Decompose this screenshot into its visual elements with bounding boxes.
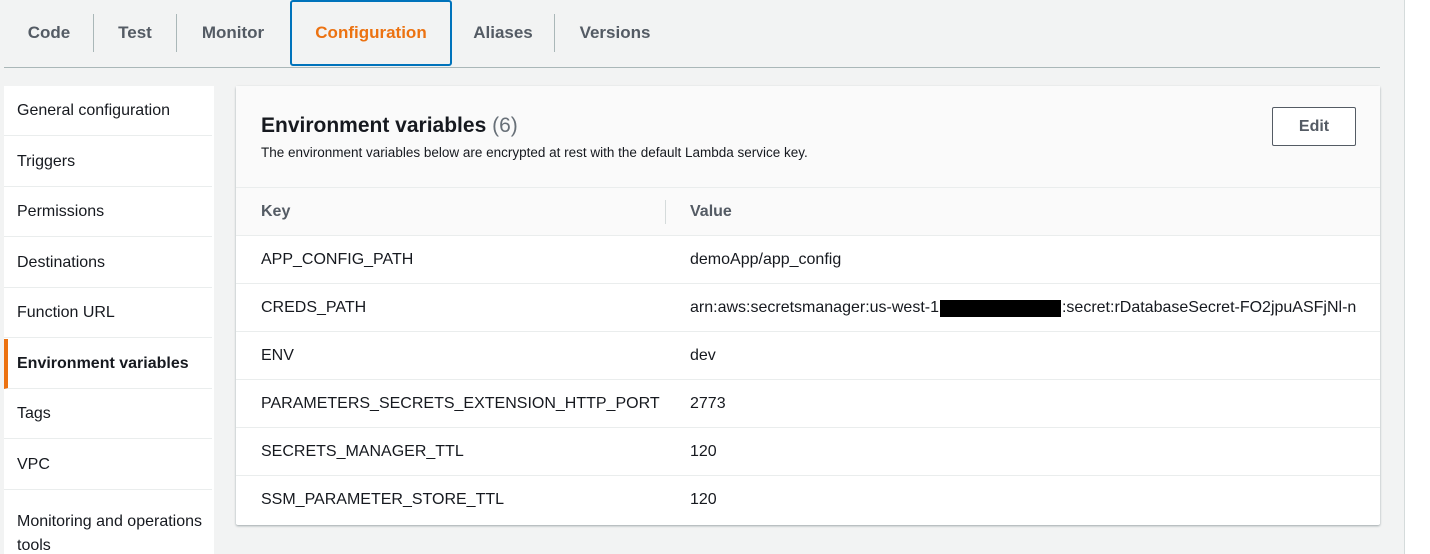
env-value: 120 xyxy=(690,443,717,460)
env-key: SECRETS_MANAGER_TTL xyxy=(261,443,464,460)
redacted-account-id xyxy=(939,299,1061,317)
column-header-key[interactable]: Key xyxy=(261,188,290,236)
sidebar-item-environment-variables[interactable]: Environment variables xyxy=(4,339,212,389)
config-sidebar: General configuration Triggers Permissio… xyxy=(4,86,214,554)
env-value: arn:aws:secretsmanager:us-west-1 :secret:… xyxy=(690,284,1380,332)
sidebar-item-tags[interactable]: Tags xyxy=(4,389,212,439)
tab-test[interactable]: Test xyxy=(94,0,176,66)
tab-versions[interactable]: Versions xyxy=(555,0,675,66)
sidebar-item-vpc[interactable]: VPC xyxy=(4,440,212,490)
env-value-prefix: arn:aws:secretsmanager:us-west-1 xyxy=(690,299,939,316)
sidebar-item-function-url[interactable]: Function URL xyxy=(4,288,212,338)
env-key: ENV xyxy=(261,347,294,364)
env-value-suffix: :secret:rDatabaseSecret-FO2jpuASFjNl-n xyxy=(1061,299,1357,316)
tab-aliases[interactable]: Aliases xyxy=(452,0,554,66)
page-edge xyxy=(1404,0,1430,554)
env-value: 120 xyxy=(690,491,717,508)
sidebar-item-permissions[interactable]: Permissions xyxy=(4,187,212,237)
table-row: ENV dev xyxy=(236,332,1380,380)
panel-header: Environment variables (6) The environmen… xyxy=(236,86,1380,188)
table-row: PARAMETERS_SECRETS_EXTENSION_HTTP_PORT 2… xyxy=(236,380,1380,428)
env-value: dev xyxy=(690,347,716,364)
environment-variables-panel: Environment variables (6) The environmen… xyxy=(236,86,1380,525)
env-key: SSM_PARAMETER_STORE_TTL xyxy=(261,491,505,508)
env-key: PARAMETERS_SECRETS_EXTENSION_HTTP_PORT xyxy=(261,395,660,412)
variable-count: (6) xyxy=(492,114,518,137)
column-divider xyxy=(665,200,666,224)
column-header-value[interactable]: Value xyxy=(690,188,732,236)
table-row: APP_CONFIG_PATH demoApp/app_config xyxy=(236,236,1380,284)
sidebar-item-triggers[interactable]: Triggers xyxy=(4,137,212,187)
table-header: Key Value xyxy=(236,188,1380,236)
table-row: SECRETS_MANAGER_TTL 120 xyxy=(236,428,1380,476)
panel-title-text: Environment variables xyxy=(261,114,487,137)
env-value: 2773 xyxy=(690,395,726,412)
panel-title: Environment variables (6) xyxy=(261,114,518,138)
tab-configuration[interactable]: Configuration xyxy=(290,0,452,66)
sidebar-item-destinations[interactable]: Destinations xyxy=(4,238,212,288)
env-value: demoApp/app_config xyxy=(690,251,842,268)
table-row: SSM_PARAMETER_STORE_TTL 120 xyxy=(236,476,1380,524)
tab-code[interactable]: Code xyxy=(4,0,94,66)
table-row: CREDS_PATH arn:aws:secretsmanager:us-wes… xyxy=(236,284,1380,332)
tab-bar: Code Test Monitor Configuration Aliases … xyxy=(4,0,1380,68)
env-key: APP_CONFIG_PATH xyxy=(261,251,414,268)
tab-monitor[interactable]: Monitor xyxy=(176,0,290,66)
sidebar-item-general-configuration[interactable]: General configuration xyxy=(4,86,212,136)
edit-button[interactable]: Edit xyxy=(1272,107,1356,146)
sidebar-item-monitoring[interactable]: Monitoring and operations tools xyxy=(4,490,212,554)
panel-description: The environment variables below are encr… xyxy=(261,145,808,160)
env-key: CREDS_PATH xyxy=(261,299,367,316)
